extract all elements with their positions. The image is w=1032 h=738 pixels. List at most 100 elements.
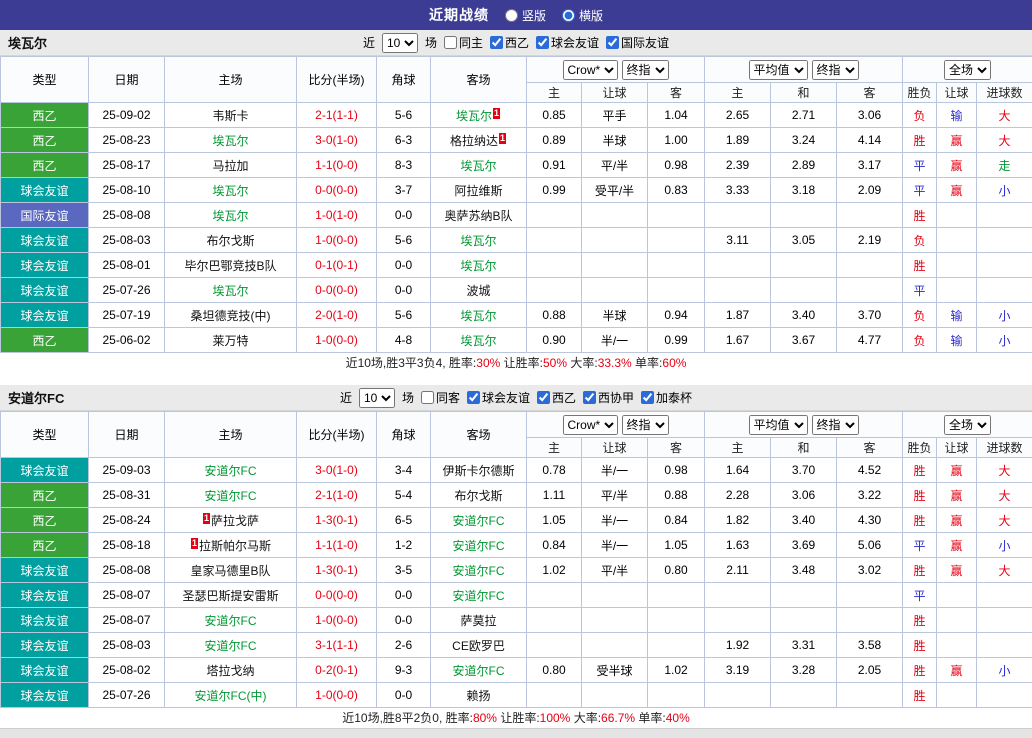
layout-option-vertical[interactable]: 竖版: [505, 7, 546, 24]
corner-cell: 0-0: [377, 203, 431, 228]
filter-checkbox[interactable]: [490, 36, 503, 49]
europe-odds-cell: [705, 608, 771, 633]
result-cell: 小: [977, 303, 1032, 328]
scope-select[interactable]: 全场: [944, 415, 991, 435]
result-cell: [977, 253, 1032, 278]
filter-option[interactable]: 西乙: [490, 34, 529, 51]
result-cell: 胜: [903, 558, 937, 583]
handicap-odds-cell: 0.98: [648, 153, 705, 178]
result-cell: 赢: [937, 508, 977, 533]
europe-odds-cell: 4.30: [837, 508, 903, 533]
europe-odds-cell: 4.14: [837, 128, 903, 153]
europe-odds-cell: 1.63: [705, 533, 771, 558]
filter-checkbox[interactable]: [606, 36, 619, 49]
layout-option-horizontal[interactable]: 横版: [562, 7, 603, 24]
filter-option[interactable]: 同主: [444, 34, 483, 51]
table-header-row: 类型日期主场比分(半场)角球客场 Crow*终指 平均值终指 全场: [1, 57, 1032, 83]
result-cell: 小: [977, 178, 1032, 203]
europe-odds-cell: 3.06: [771, 483, 837, 508]
home-team-cell: 安道尔FC: [165, 608, 297, 633]
matches-label: 场: [425, 34, 437, 51]
summary-part: 大率:: [567, 356, 598, 370]
filter-option[interactable]: 加泰杯: [641, 389, 692, 406]
europe-time-select[interactable]: 终指: [812, 415, 859, 435]
filter-option[interactable]: 球会友谊: [536, 34, 599, 51]
corner-cell: 0-0: [377, 683, 431, 708]
match-row: 西乙25-06-02莱万特1-0(0-0)4-8埃瓦尔0.90半/一0.991.…: [1, 328, 1032, 353]
team-name: 埃瓦尔: [212, 134, 248, 148]
team-name: 埃瓦尔: [460, 334, 496, 348]
filter-checkbox[interactable]: [421, 391, 434, 404]
away-team-cell: 波城: [431, 278, 527, 303]
corner-cell: 4-8: [377, 328, 431, 353]
filter-option[interactable]: 国际友谊: [606, 34, 669, 51]
away-team-cell: 埃瓦尔: [431, 303, 527, 328]
team-name: 安道尔FC: [453, 514, 505, 528]
europe-time-select[interactable]: 终指: [812, 60, 859, 80]
home-team-cell: 埃瓦尔: [165, 203, 297, 228]
match-row: 球会友谊25-07-26埃瓦尔0-0(0-0)0-0波城平: [1, 278, 1032, 303]
filter-option[interactable]: 西乙: [537, 389, 576, 406]
handicap-odds-cell: [527, 203, 582, 228]
team-name: 埃瓦尔: [212, 284, 248, 298]
filter-checkbox[interactable]: [641, 391, 654, 404]
vertical-layout-radio[interactable]: [505, 9, 518, 22]
bookmaker-select[interactable]: Crow*: [563, 415, 618, 435]
handicap-odds-cell: 0.80: [527, 658, 582, 683]
europe-source-select[interactable]: 平均值: [749, 415, 808, 435]
result-cell: [977, 633, 1032, 658]
result-cell: [977, 608, 1032, 633]
league-type-cell: 球会友谊: [1, 278, 89, 303]
europe-odds-cell: 3.58: [837, 633, 903, 658]
match-count-select[interactable]: 10: [382, 33, 418, 53]
handicap-odds-cell: 0.99: [648, 328, 705, 353]
table-header-row: 类型日期主场比分(半场)角球客场 Crow*终指 平均值终指 全场: [1, 412, 1032, 438]
europe-odds-cell: 5.06: [837, 533, 903, 558]
result-cell: 大: [977, 508, 1032, 533]
filter-checkbox[interactable]: [536, 36, 549, 49]
league-type-cell: 球会友谊: [1, 178, 89, 203]
scope-select[interactable]: 全场: [944, 60, 991, 80]
away-team-cell: 埃瓦尔: [431, 253, 527, 278]
filter-option[interactable]: 西协甲: [583, 389, 634, 406]
column-header: 日期: [89, 412, 165, 458]
summary-part: 大率:: [570, 711, 601, 725]
handicap-time-select[interactable]: 终指: [622, 415, 669, 435]
result-cell: [937, 203, 977, 228]
result-cell: [977, 228, 1032, 253]
handicap-odds-cell: [648, 278, 705, 303]
europe-odds-cell: 2.19: [837, 228, 903, 253]
europe-odds-cell: 3.31: [771, 633, 837, 658]
handicap-odds-cell: [582, 683, 648, 708]
europe-odds-cell: 2.11: [705, 558, 771, 583]
europe-odds-cell: 2.89: [771, 153, 837, 178]
section-header: 安道尔FC 近 10 场 同客球会友谊西乙西协甲加泰杯: [0, 385, 1032, 411]
handicap-time-select[interactable]: 终指: [622, 60, 669, 80]
team-name: 波城: [466, 284, 490, 298]
filter-option[interactable]: 同客: [421, 389, 460, 406]
league-type-cell: 球会友谊: [1, 558, 89, 583]
result-cell: 小: [977, 328, 1032, 353]
match-count-select[interactable]: 10: [359, 388, 395, 408]
away-team-cell: 安道尔FC: [431, 583, 527, 608]
filter-checkbox[interactable]: [444, 36, 457, 49]
summary-part: 近10场,胜3平3负4, 胜率:: [346, 356, 477, 370]
horizontal-layout-radio[interactable]: [562, 9, 575, 22]
team-name: 莱万特: [212, 334, 248, 348]
bookmaker-select[interactable]: Crow*: [563, 60, 618, 80]
result-cell: [937, 683, 977, 708]
europe-source-select[interactable]: 平均值: [749, 60, 808, 80]
filter-checkbox[interactable]: [467, 391, 480, 404]
sub-column-header: 胜负: [903, 438, 937, 458]
filter-checkbox[interactable]: [583, 391, 596, 404]
section-header: 埃瓦尔 近 10 场 同主西乙球会友谊国际友谊: [0, 30, 1032, 56]
filter-option[interactable]: 球会友谊: [467, 389, 530, 406]
filter-checkbox[interactable]: [537, 391, 550, 404]
match-row: 球会友谊25-08-08皇家马德里B队1-3(0-1)3-5安道尔FC1.02平…: [1, 558, 1032, 583]
result-scope-header: 全场: [903, 57, 1032, 83]
date-cell: 25-07-26: [89, 683, 165, 708]
home-team-cell: 韦斯卡: [165, 103, 297, 128]
result-cell: 胜: [903, 683, 937, 708]
result-cell: [937, 583, 977, 608]
home-team-cell: 埃瓦尔: [165, 128, 297, 153]
